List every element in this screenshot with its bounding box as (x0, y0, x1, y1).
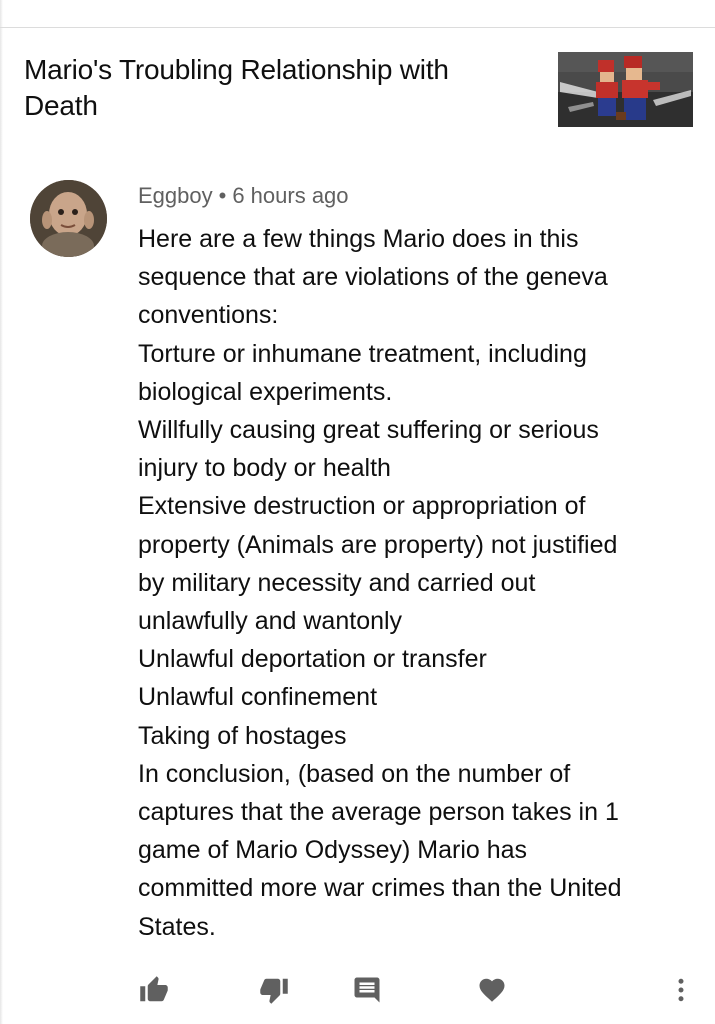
comment-page: Mario's Troubling Relationship with Deat… (0, 0, 715, 1024)
more-options-button[interactable] (665, 974, 697, 1006)
reply-button[interactable] (351, 974, 383, 1006)
comment-author[interactable]: Eggboy (138, 183, 213, 208)
comment-line: Torture or inhumane treatment, including (138, 339, 587, 368)
reply-icon (354, 977, 380, 1003)
avatar[interactable] (30, 180, 107, 257)
comment-line: States. (138, 912, 216, 941)
comment-line: sequence that are violations of the gene… (138, 263, 608, 292)
more-vert-icon (678, 978, 684, 1002)
comment-line: Unlawful confinement (138, 683, 378, 712)
comment-text: Here are a few things Mario does in this… (138, 220, 678, 946)
thumbs-down-icon (260, 978, 288, 1004)
comment-line: injury to body or health (138, 454, 391, 483)
avatar-image (30, 180, 107, 257)
video-thumbnail[interactable] (558, 52, 693, 127)
thumbs-up-icon (140, 976, 168, 1002)
comment-line: unlawfully and wantonly (138, 607, 403, 636)
heart-icon (479, 978, 505, 1002)
video-header[interactable]: Mario's Troubling Relationship with Deat… (24, 52, 704, 132)
comment-line: captures that the average person takes i… (138, 798, 619, 827)
comment-line: Unlawful deportation or transfer (138, 645, 487, 674)
comment-meta: Eggboy • 6 hours ago (138, 182, 349, 210)
comment-line: property (Animals are property) not just… (138, 530, 618, 559)
comment-line: In conclusion, (based on the number of (138, 759, 571, 788)
video-thumbnail-image (558, 52, 693, 127)
comment-line: committed more war crimes than the Unite… (138, 874, 622, 903)
comment-line: conventions: (138, 301, 279, 330)
comment-line: by military necessity and carried out (138, 568, 536, 597)
comment-timestamp: 6 hours ago (232, 183, 349, 208)
comment-actions (0, 968, 715, 1012)
heart-button[interactable] (476, 974, 508, 1006)
comment-line: biological experiments. (138, 377, 393, 406)
meta-separator: • (218, 183, 227, 208)
comment-line: Willfully causing great suffering or ser… (138, 416, 599, 445)
comment-line: game of Mario Odyssey) Mario has (138, 836, 528, 865)
dislike-button[interactable] (258, 974, 290, 1006)
like-button[interactable] (138, 974, 170, 1006)
top-divider (0, 27, 715, 28)
comment-line: Here are a few things Mario does in this (138, 225, 579, 253)
comment-line: Extensive destruction or appropriation o… (138, 492, 586, 521)
edge-shadow (0, 0, 3, 1024)
video-title[interactable]: Mario's Troubling Relationship with Deat… (24, 52, 524, 124)
comment-line: Taking of hostages (138, 721, 347, 750)
